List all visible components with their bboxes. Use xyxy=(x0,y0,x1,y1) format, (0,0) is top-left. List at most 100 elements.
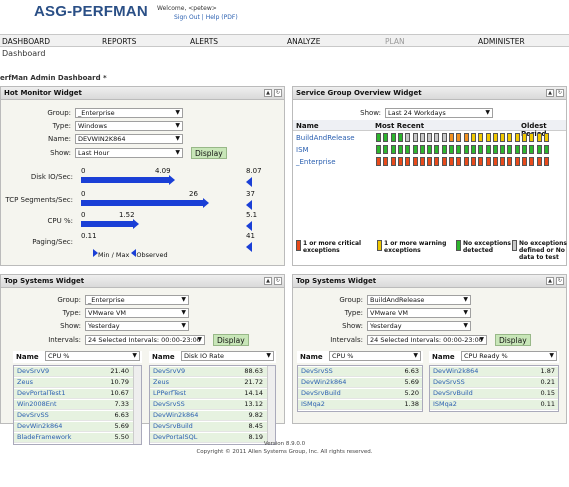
group-select[interactable]: _Enterprise ▼ xyxy=(85,295,189,305)
status-cell[interactable] xyxy=(507,157,513,166)
collapse-icon[interactable]: ▲ xyxy=(264,89,272,97)
status-cell[interactable] xyxy=(456,145,462,154)
status-cell[interactable] xyxy=(478,133,484,142)
status-cell[interactable] xyxy=(397,133,403,142)
system-name-link[interactable]: ISMqa2 xyxy=(433,400,457,408)
table-row[interactable]: DevWin2k864 1.87 xyxy=(430,367,558,377)
status-cell[interactable] xyxy=(383,145,389,154)
system-name-link[interactable]: DevPortalSQL xyxy=(153,433,197,441)
status-cell[interactable] xyxy=(419,133,425,142)
status-cell[interactable] xyxy=(412,133,418,142)
status-cell[interactable] xyxy=(470,145,476,154)
status-cell[interactable] xyxy=(390,133,396,142)
status-cell[interactable] xyxy=(397,145,403,154)
system-name-link[interactable]: DevPortalTest1 xyxy=(17,389,65,397)
status-cell[interactable] xyxy=(522,157,527,166)
status-cell[interactable] xyxy=(478,145,484,154)
table-row[interactable]: LPPerfTest 14.14 xyxy=(150,389,275,399)
system-name-link[interactable]: ISMqa2 xyxy=(301,400,325,408)
system-name-link[interactable]: DevWin2k864 xyxy=(17,422,62,430)
nav-alerts[interactable]: ALERTS xyxy=(190,37,218,46)
status-cell[interactable] xyxy=(456,133,462,142)
status-cell[interactable] xyxy=(383,157,389,166)
display-button[interactable]: Display xyxy=(213,334,249,346)
system-name-link[interactable]: DevSrvBuild xyxy=(301,389,341,397)
name-column-header[interactable]: Name xyxy=(300,353,323,361)
intervals-select[interactable]: 24 Selected Intervals: 00:00-23:00 ▼ xyxy=(85,335,205,345)
status-cell[interactable] xyxy=(514,145,520,154)
name-column-header[interactable]: Name xyxy=(152,353,175,361)
display-button[interactable]: Display xyxy=(495,334,531,346)
status-cell[interactable] xyxy=(478,157,484,166)
service-group-link[interactable]: _Enterprise xyxy=(296,158,336,166)
table-row[interactable]: DevWin2k864 5.69 xyxy=(298,378,422,388)
system-name-link[interactable]: Zeus xyxy=(17,378,33,386)
status-cell[interactable] xyxy=(427,145,433,154)
status-cell[interactable] xyxy=(543,145,549,154)
status-cell[interactable] xyxy=(427,157,433,166)
table-row[interactable]: DevSrvBuild 5.20 xyxy=(298,389,422,399)
table-row[interactable]: Zeus 21.72 xyxy=(150,378,275,388)
refresh-icon[interactable]: ↻ xyxy=(556,89,564,97)
type-select[interactable]: VMware VM ▼ xyxy=(85,308,189,318)
status-cell[interactable] xyxy=(463,157,469,166)
status-cell[interactable] xyxy=(529,145,535,154)
nav-dashboard[interactable]: DASHBOARD xyxy=(2,37,50,46)
collapse-icon[interactable]: ▲ xyxy=(546,89,554,97)
status-cell[interactable] xyxy=(536,157,542,166)
status-cell[interactable] xyxy=(412,157,418,166)
name-column-header[interactable]: Name xyxy=(432,353,455,361)
status-cell[interactable] xyxy=(390,157,396,166)
service-group-link[interactable]: ISM xyxy=(296,146,309,154)
table-scrollbar[interactable] xyxy=(133,366,141,444)
table-row[interactable]: ISMqa2 0.11 xyxy=(430,400,558,410)
nav-administer[interactable]: ADMINISTER xyxy=(478,37,525,46)
status-cell[interactable] xyxy=(405,133,411,142)
system-name-link[interactable]: Win2008Ent xyxy=(17,400,57,408)
status-cell[interactable] xyxy=(449,157,454,166)
status-cell[interactable] xyxy=(522,145,527,154)
status-cell[interactable] xyxy=(529,157,535,166)
table-row[interactable]: ISMqa2 1.38 xyxy=(298,400,422,410)
table-row[interactable]: DevPortalTest1 10.67 xyxy=(14,389,141,399)
collapse-icon[interactable]: ▲ xyxy=(264,277,272,285)
status-cell[interactable] xyxy=(383,133,389,142)
period-select[interactable]: Last 24 Workdays ▼ xyxy=(385,108,493,118)
status-cell[interactable] xyxy=(500,133,506,142)
refresh-icon[interactable]: ↻ xyxy=(274,89,282,97)
table-row[interactable]: DevSrvSS 0.21 xyxy=(430,378,558,388)
metric-select[interactable]: CPU Ready % ▼ xyxy=(461,351,557,361)
status-cell[interactable] xyxy=(419,157,425,166)
status-cell[interactable] xyxy=(427,133,433,142)
name-column-header[interactable]: Name xyxy=(16,353,39,361)
system-name-link[interactable]: Zeus xyxy=(153,378,169,386)
display-button[interactable]: Display xyxy=(191,147,227,159)
system-name-link[interactable]: DevSrvV9 xyxy=(153,367,185,375)
table-row[interactable]: DevWin2k864 5.69 xyxy=(14,422,141,432)
status-cell[interactable] xyxy=(449,145,454,154)
status-cell[interactable] xyxy=(492,133,498,142)
system-name-link[interactable]: DevSrvV9 xyxy=(17,367,49,375)
status-cell[interactable] xyxy=(390,145,396,154)
system-name-link[interactable]: DevWin2k864 xyxy=(153,411,198,419)
status-cell[interactable] xyxy=(376,145,381,154)
table-row[interactable]: DevSrvSS 6.63 xyxy=(14,411,141,421)
system-name-link[interactable]: DevSrvSS xyxy=(17,411,49,419)
status-cell[interactable] xyxy=(485,157,491,166)
status-cell[interactable] xyxy=(449,133,454,142)
status-cell[interactable] xyxy=(543,133,549,142)
status-cell[interactable] xyxy=(514,157,520,166)
table-row[interactable]: Win2008Ent 7.33 xyxy=(14,400,141,410)
status-cell[interactable] xyxy=(536,145,542,154)
status-cell[interactable] xyxy=(514,133,520,142)
nav-analyze[interactable]: ANALYZE xyxy=(287,37,321,46)
collapse-icon[interactable]: ▲ xyxy=(546,277,554,285)
system-name-link[interactable]: DevSrvBuild xyxy=(153,422,193,430)
status-cell[interactable] xyxy=(434,145,440,154)
status-cell[interactable] xyxy=(507,133,513,142)
status-cell[interactable] xyxy=(434,157,440,166)
signout-help-link[interactable]: Sign Out | Help (PDF) xyxy=(174,14,238,21)
group-select[interactable]: _Enterprise ▼ xyxy=(75,108,183,118)
metric-select[interactable]: CPU % ▼ xyxy=(329,351,421,361)
status-cell[interactable] xyxy=(492,157,498,166)
